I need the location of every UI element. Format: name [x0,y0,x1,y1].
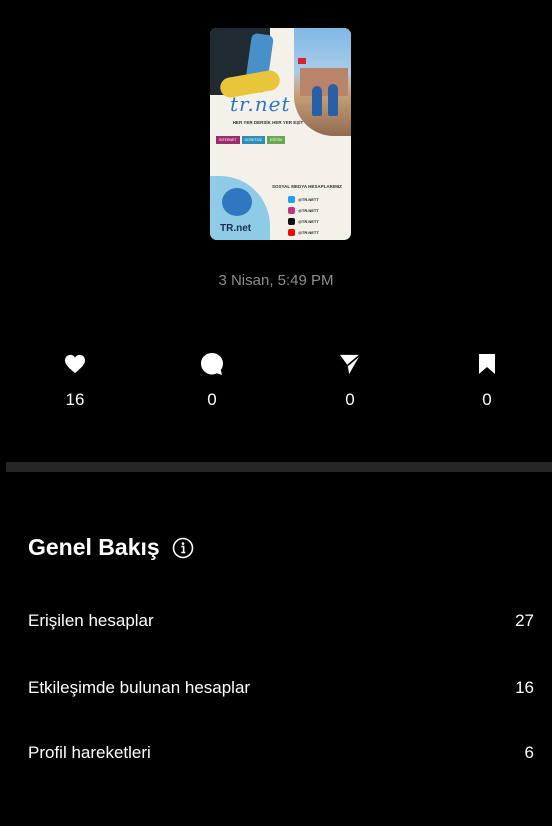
shares-count: 0 [345,390,355,409]
thumbnail-social-item: @TR.NETT [288,229,319,236]
overview-title: Genel Bakış [28,534,160,560]
saves-count: 0 [482,390,492,409]
bookmark-icon [457,350,517,378]
thumbnail-slogan: HER YER DERSİK HER YER EŞİT [232,120,304,125]
heart-icon [45,350,105,378]
thumbnail-tag: EĞİTİM [267,136,286,144]
stat-likes[interactable]: 16 [45,350,105,410]
row-value: 16 [515,678,534,697]
post-timestamp: 3 Nisan, 5:49 PM [218,272,334,289]
share-icon [320,350,380,378]
likes-count: 16 [65,390,85,409]
row-value: 27 [515,611,534,630]
row-value: 6 [524,743,534,762]
thumbnail-tags: İNTERNET ÜCRETSİZ EĞİTİM [216,136,286,144]
thumbnail-logo [222,188,252,216]
row-label: Etkileşimde bulunan hesaplar [28,678,251,697]
stat-saves[interactable]: 0 [457,350,517,410]
stat-comments[interactable]: 0 [182,350,242,410]
thumbnail-brand: tr.net [230,92,291,116]
thumbnail-tag: İNTERNET [216,136,240,144]
section-divider [6,462,552,472]
overview-row-reached[interactable]: Erişilen hesaplar 27 [28,611,534,631]
thumbnail-social-item: @TR.NETT [288,196,319,203]
thumbnail-social-item: @TR.NETT [288,207,319,214]
thumbnail-social-title: SOSYAL MEDYA HESAPLARIMIZ [272,184,342,189]
overview-row-profile-activity[interactable]: Profil hareketleri 6 [28,743,534,763]
overview-section: Genel Bakış [28,534,194,561]
thumbnail-logo-text: TR.net [220,223,252,234]
info-icon[interactable] [172,537,194,559]
comments-count: 0 [207,390,217,409]
comment-icon [182,350,242,378]
stat-shares[interactable]: 0 [320,350,380,410]
overview-row-engaged[interactable]: Etkileşimde bulunan hesaplar 16 [28,678,534,698]
row-label: Profil hareketleri [28,743,151,762]
thumbnail-tag: ÜCRETSİZ [241,136,265,144]
thumbnail-social-item: @TR.NETT [288,218,319,225]
row-label: Erişilen hesaplar [28,611,154,630]
post-thumbnail[interactable]: tr.net HER YER DERSİK HER YER EŞİT İNTER… [210,28,351,240]
